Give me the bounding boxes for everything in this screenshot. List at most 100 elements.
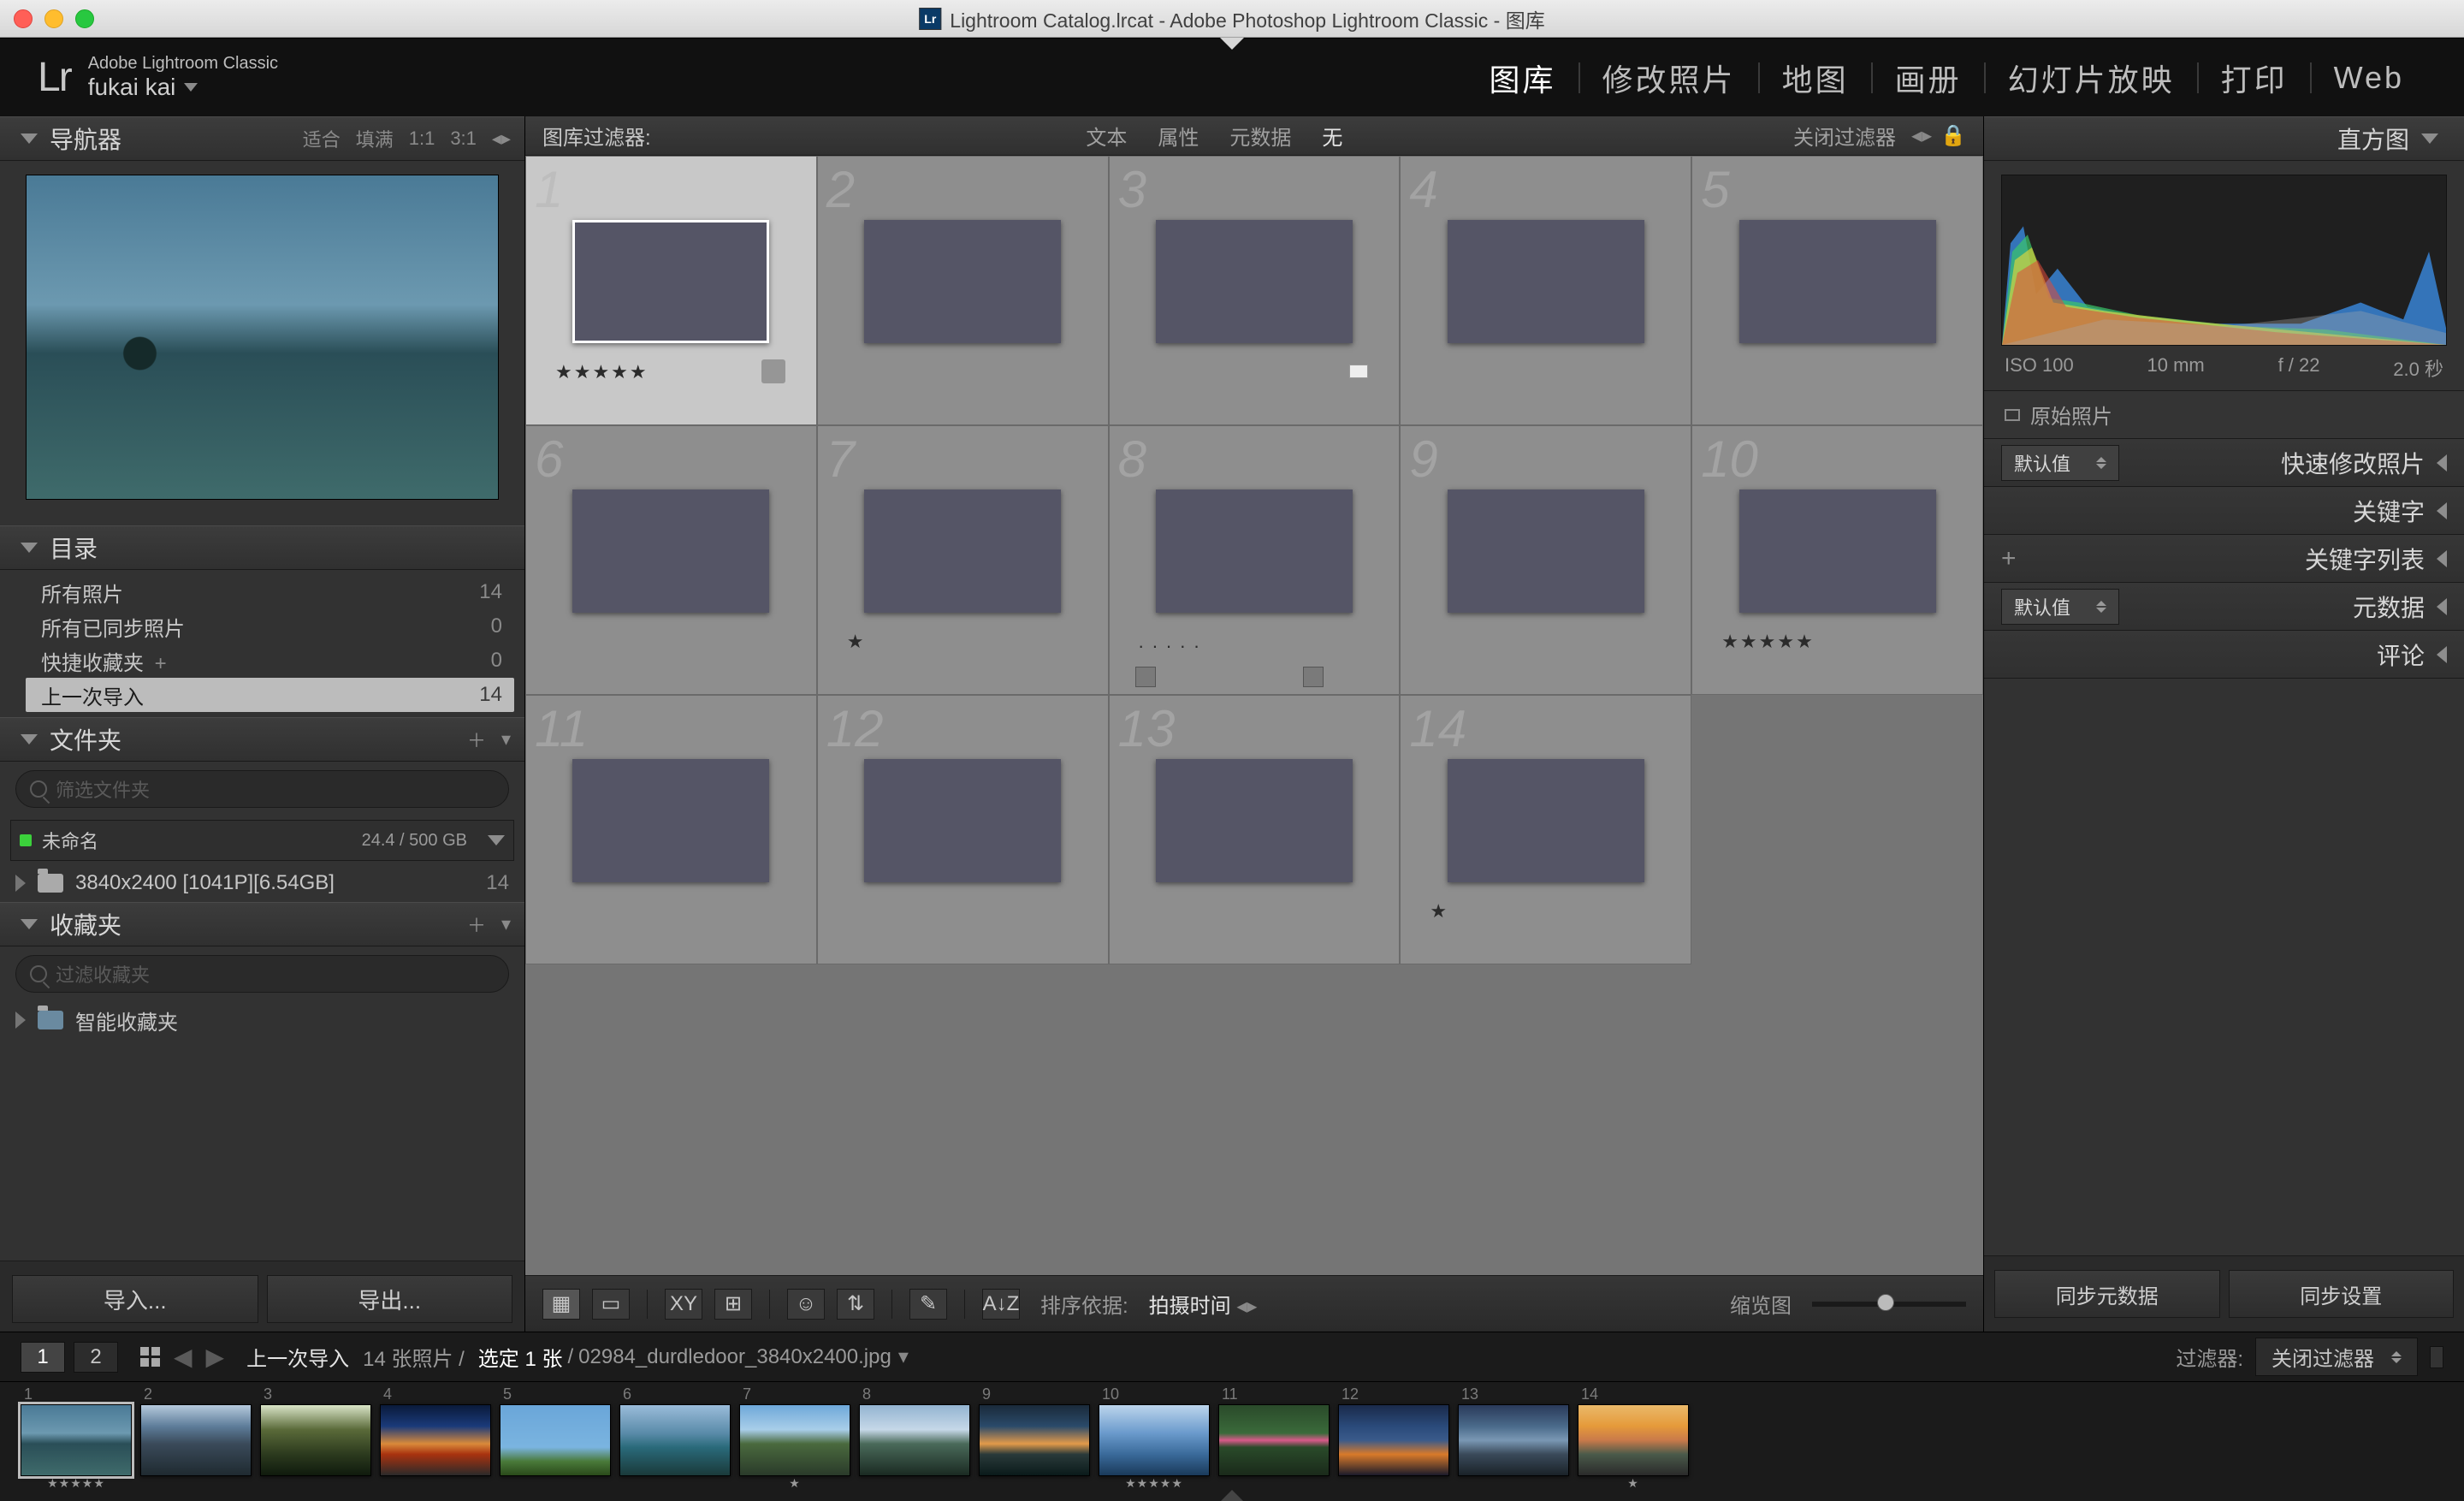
filter-无[interactable]: 无 [1322,127,1342,150]
filter-文本[interactable]: 文本 [1086,127,1127,150]
path-menu-icon[interactable]: ▾ [898,1344,909,1369]
catalog-item[interactable]: 快捷收藏夹 +0 [26,644,514,678]
navigator-header[interactable]: 导航器 适合 填满 1:1 3:1 ◂▸ [0,116,524,161]
grid-cell[interactable]: 6 [525,425,817,695]
catalog-item[interactable]: 上一次导入14 [26,678,514,712]
smart-collections[interactable]: 智能收藏夹 [0,1001,524,1039]
filter-lock-icon[interactable]: 🔒 [1940,123,1966,148]
filter-switch-icon[interactable] [2430,1346,2443,1368]
folders-add-icon[interactable]: ＋ [467,726,486,753]
sync-settings-button[interactable]: 同步设置 [2229,1270,2455,1318]
sync-metadata-button[interactable]: 同步元数据 [1994,1270,2220,1318]
next-photo-button[interactable]: ▶ [206,1343,225,1371]
identity-menu-icon[interactable] [184,83,198,92]
nav-3to1[interactable]: 3:1 [450,128,477,150]
filmstrip-cell[interactable]: 11 [1218,1387,1330,1491]
grid-cell[interactable]: 1★★★★★ [525,156,817,425]
metadata-header[interactable]: 默认值 元数据 [1984,583,2464,631]
thumbnail-size-slider[interactable] [1812,1302,1966,1307]
module-画册[interactable]: 画册 [1873,56,1984,100]
identity-name[interactable]: fukai kai [88,74,176,101]
collections-add-icon[interactable]: ＋ [467,911,486,938]
metadata-badge[interactable] [761,359,785,383]
compare-view-button[interactable]: XY [665,1289,702,1320]
grid-view-button[interactable]: ▦ [542,1289,580,1320]
nav-fill[interactable]: 填满 [356,125,394,152]
main-window-button[interactable]: 1 [21,1342,65,1373]
filmstrip-cell[interactable]: 14★ [1578,1387,1689,1491]
stack-controls[interactable] [1135,667,1324,687]
import-button[interactable]: 导入... [12,1275,258,1323]
loupe-view-button[interactable]: ▭ [592,1289,630,1320]
expand-icon[interactable] [15,1012,26,1029]
volume-menu-icon[interactable] [488,835,505,845]
filmstrip-cell[interactable]: 3 [260,1387,371,1491]
minimize-window-button[interactable] [44,9,63,28]
rating-stars[interactable]: ★ [847,631,866,653]
quick-develop-header[interactable]: 默认值 快速修改照片 [1984,439,2464,487]
grid-cell[interactable]: 10★★★★★ [1691,425,1983,695]
filmstrip-cell[interactable]: 4 [380,1387,491,1491]
sort-field-menu[interactable]: 拍摄时间 ◂▸ [1149,1289,1258,1319]
filmstrip-cell[interactable]: 13 [1458,1387,1569,1491]
rating-stars[interactable]: ★★★★★ [555,361,649,383]
survey-view-button[interactable]: ⊞ [714,1289,752,1320]
module-地图[interactable]: 地图 [1760,56,1871,100]
add-keyword-icon[interactable]: + [2001,544,2017,573]
source-label[interactable]: 上一次导入 [246,1342,349,1372]
rating-stars[interactable]: ★ [1430,900,1448,923]
prev-photo-button[interactable]: ◀ [174,1343,192,1371]
filmstrip-cell[interactable]: 2 [140,1387,252,1491]
folders-header[interactable]: 文件夹 ＋ ▾ [0,717,524,762]
sort-direction-button[interactable]: ⇅ [837,1289,874,1320]
grid-cell[interactable]: 7★ [817,425,1109,695]
export-button[interactable]: 导出... [267,1275,513,1323]
module-修改照片[interactable]: 修改照片 [1580,56,1758,100]
grid-cell[interactable]: 4 [1400,156,1691,425]
histogram[interactable] [2001,175,2447,346]
filmstrip-cell[interactable]: 1★★★★★ [21,1387,132,1491]
module-打印[interactable]: 打印 [2199,56,2310,100]
flag-icon[interactable] [1349,365,1368,378]
rating-stars[interactable]: . . . . . [1139,631,1201,653]
dropdown-icon[interactable]: ◂▸ [1911,123,1932,148]
module-Web[interactable]: Web [2312,60,2426,96]
navigator-preview[interactable] [26,175,499,500]
nav-1to1[interactable]: 1:1 [409,128,435,150]
module-幻灯片放映[interactable]: 幻灯片放映 [1986,56,2197,100]
filter-preset-menu[interactable]: 关闭过滤器 [1793,121,1896,151]
keywording-header[interactable]: 关键字 [1984,487,2464,535]
filmstrip-cell[interactable]: 8 [859,1387,970,1491]
nav-fit[interactable]: 适合 [303,125,341,152]
folder-item[interactable]: 3840x2400 [1041P][6.54GB] 14 [0,864,524,902]
original-photo-toggle[interactable]: 原始照片 [1984,390,2464,439]
filmstrip-cell[interactable]: 6 [619,1387,731,1491]
catalog-item[interactable]: 所有照片14 [26,575,514,609]
grid-cell[interactable]: 13 [1109,695,1401,964]
grid-cell[interactable]: 8. . . . . [1109,425,1401,695]
filmstrip-cell[interactable]: 10★★★★★ [1099,1387,1210,1491]
filter-属性[interactable]: 属性 [1158,127,1199,150]
keyword-list-header[interactable]: + 关键字列表 [1984,535,2464,583]
rating-stars[interactable]: ★★★★★ [1721,631,1815,653]
filmstrip-filter-menu[interactable]: 关闭过滤器 [2255,1338,2418,1376]
volume-row[interactable]: 未命名 24.4 / 500 GB [10,820,514,861]
grid-cell[interactable]: 14★ [1400,695,1691,964]
filmstrip-cell[interactable]: 7★ [739,1387,850,1491]
expand-icon[interactable] [15,875,26,892]
quick-develop-preset-menu[interactable]: 默认值 [2001,445,2119,481]
nav-zoom-menu-icon[interactable]: ◂▸ [492,128,511,150]
collections-menu-icon[interactable]: ▾ [501,913,511,935]
grid-cell[interactable]: 12 [817,695,1109,964]
histogram-header[interactable]: 直方图 [1984,116,2464,161]
maximize-window-button[interactable] [75,9,94,28]
grid-cell[interactable]: 9 [1400,425,1691,695]
metadata-preset-menu[interactable]: 默认值 [2001,589,2119,625]
panel-collapse-top-icon[interactable] [1220,38,1244,50]
filmstrip-cell[interactable]: 5 [500,1387,611,1491]
collection-filter-input[interactable]: 过滤收藏夹 [15,955,509,993]
grid-cell[interactable]: 2 [817,156,1109,425]
catalog-item[interactable]: 所有已同步照片0 [26,609,514,644]
filter-元数据[interactable]: 元数据 [1229,127,1291,150]
comments-header[interactable]: 评论 [1984,631,2464,679]
